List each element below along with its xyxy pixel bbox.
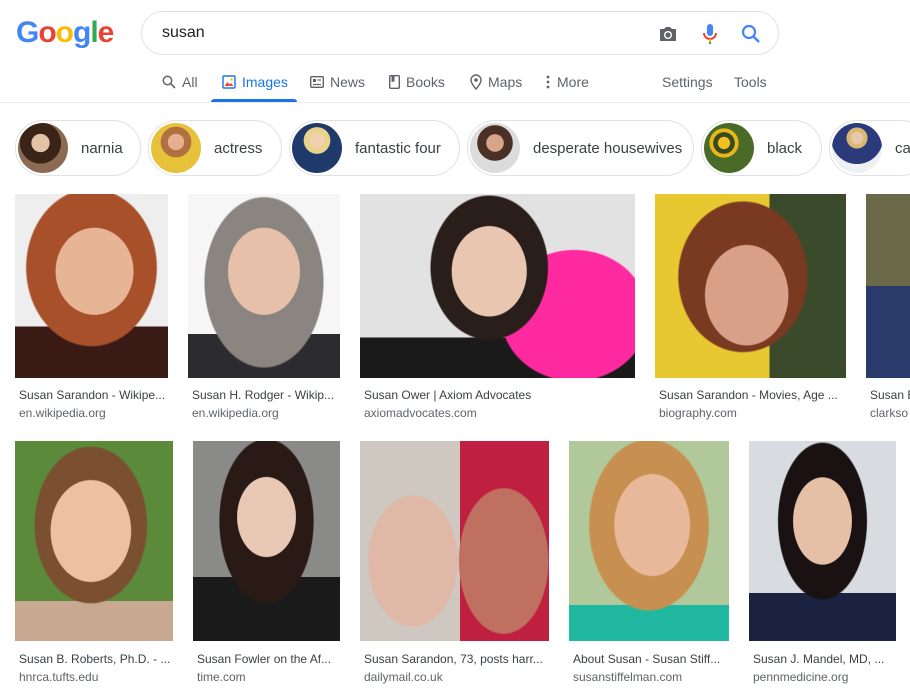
chip-label: fantastic four [355,139,441,157]
image-result[interactable]: Susan Sarandon - Movies, Age ... biograp… [655,194,846,424]
news-icon [310,76,324,88]
result-title: Susan Ower | Axiom Advocates [364,388,532,402]
tab-books[interactable]: Books [389,72,445,92]
tools-link[interactable]: Tools [734,72,767,92]
chip-label: desperate housewives [533,139,683,157]
chip-actress[interactable]: actress [148,120,282,176]
search-input[interactable] [162,22,632,44]
tab-maps[interactable]: Maps [470,72,522,92]
google-logo[interactable]: Google [16,16,115,50]
result-thumbnail [193,441,340,641]
search-icon [162,75,176,89]
chip-thumbnail [151,123,201,173]
image-result[interactable]: About Susan - Susan Stiff... susanstiffe… [569,441,729,686]
image-result[interactable]: Susan Ower | Axiom Advocates axiomadvoca… [360,194,635,424]
chip-narnia[interactable]: narnia [15,120,141,176]
tab-more[interactable]: More [545,72,589,92]
chip-fantastic-four[interactable]: fantastic four [289,120,460,176]
logo-letter: o [38,16,56,49]
result-thumbnail [15,441,173,641]
result-source: biography.com [659,406,737,420]
result-thumbnail [188,194,340,378]
chip-thumbnail [832,123,882,173]
logo-letter: G [16,16,39,49]
tab-label: News [330,74,366,90]
chip-label: black [767,139,803,157]
chip-label: actress [214,139,263,157]
result-thumbnail [655,194,846,378]
result-thumbnail [866,194,910,378]
tab-label: Images [242,74,288,90]
chip-black[interactable]: black [701,120,822,176]
result-title: Susan Sarandon - Wikipe... [19,388,166,402]
chip-label: ca [895,139,910,157]
tab-news[interactable]: News [310,72,365,92]
more-vert-icon [546,75,550,89]
tab-images[interactable]: Images [222,72,288,92]
settings-link[interactable]: Settings [662,72,713,92]
logo-letter: g [73,16,91,49]
result-source: axiomadvocates.com [364,406,477,420]
logo-letter: o [55,16,74,49]
result-source: hnrca.tufts.edu [19,670,99,684]
tab-label: All [182,74,198,90]
result-thumbnail [360,194,635,378]
tab-label: Books [406,74,445,90]
logo-letter: e [97,16,115,49]
result-thumbnail [360,441,549,641]
chip-thumbnail [470,123,520,173]
image-result[interactable]: Susan H. Rodger - Wikip... en.wikipedia.… [188,194,340,424]
result-source: dailymail.co.uk [364,670,443,684]
chip-thumbnail [292,123,342,173]
result-title: Susan Fowler on the Af... [197,652,332,666]
chip-desperate-housewives[interactable]: desperate housewives [467,120,694,176]
result-title: About Susan - Susan Stiff... [573,652,721,666]
result-title: Susan Sarandon - Movies, Age ... [659,388,838,402]
image-result[interactable]: Susan Sarandon - Wikipe... en.wikipedia.… [15,194,168,424]
result-title: Susan H. Rodger - Wikip... [192,388,335,402]
result-title: Susan B. Roberts, Ph.D. - ... [19,652,171,666]
result-source: time.com [197,670,246,684]
map-pin-icon [470,74,482,90]
chip-thumbnail [704,123,754,173]
result-source: en.wikipedia.org [192,406,279,420]
image-result[interactable]: Susan Fowler on the Af... time.com [193,441,340,686]
tools-label: Tools [734,74,767,90]
result-source: susanstiffelman.com [573,670,683,684]
tab-label: Maps [488,74,523,90]
tab-label: More [557,74,589,90]
image-result[interactable]: Susan E clarkso [866,194,910,424]
result-title: Susan E [870,388,910,402]
image-result[interactable]: Susan Sarandon, 73, posts harr... dailym… [360,441,549,686]
tab-all[interactable]: All [162,72,198,92]
result-source: en.wikipedia.org [19,406,106,420]
image-result[interactable]: Susan B. Roberts, Ph.D. - ... hnrca.tuft… [15,441,173,686]
book-icon [389,75,400,89]
chip-label: narnia [81,139,123,157]
camera-icon[interactable] [656,22,680,46]
result-thumbnail [15,194,168,378]
result-source: pennmedicine.org [753,670,849,684]
header-divider [0,102,910,103]
logo-letter: l [90,16,98,49]
result-thumbnail [569,441,729,641]
search-box [141,11,779,55]
search-icon[interactable] [739,22,763,46]
result-title: Susan J. Mandel, MD, ... [753,652,885,666]
settings-label: Settings [662,74,713,90]
microphone-icon[interactable] [698,22,722,46]
result-title: Susan Sarandon, 73, posts harr... [364,652,543,666]
chip-captain-marvel[interactable]: ca [829,120,910,176]
image-icon [222,75,236,89]
chip-thumbnail [18,123,68,173]
result-thumbnail [749,441,896,641]
result-source: clarkso [870,406,909,420]
image-result[interactable]: Susan J. Mandel, MD, ... pennmedicine.or… [749,441,896,686]
